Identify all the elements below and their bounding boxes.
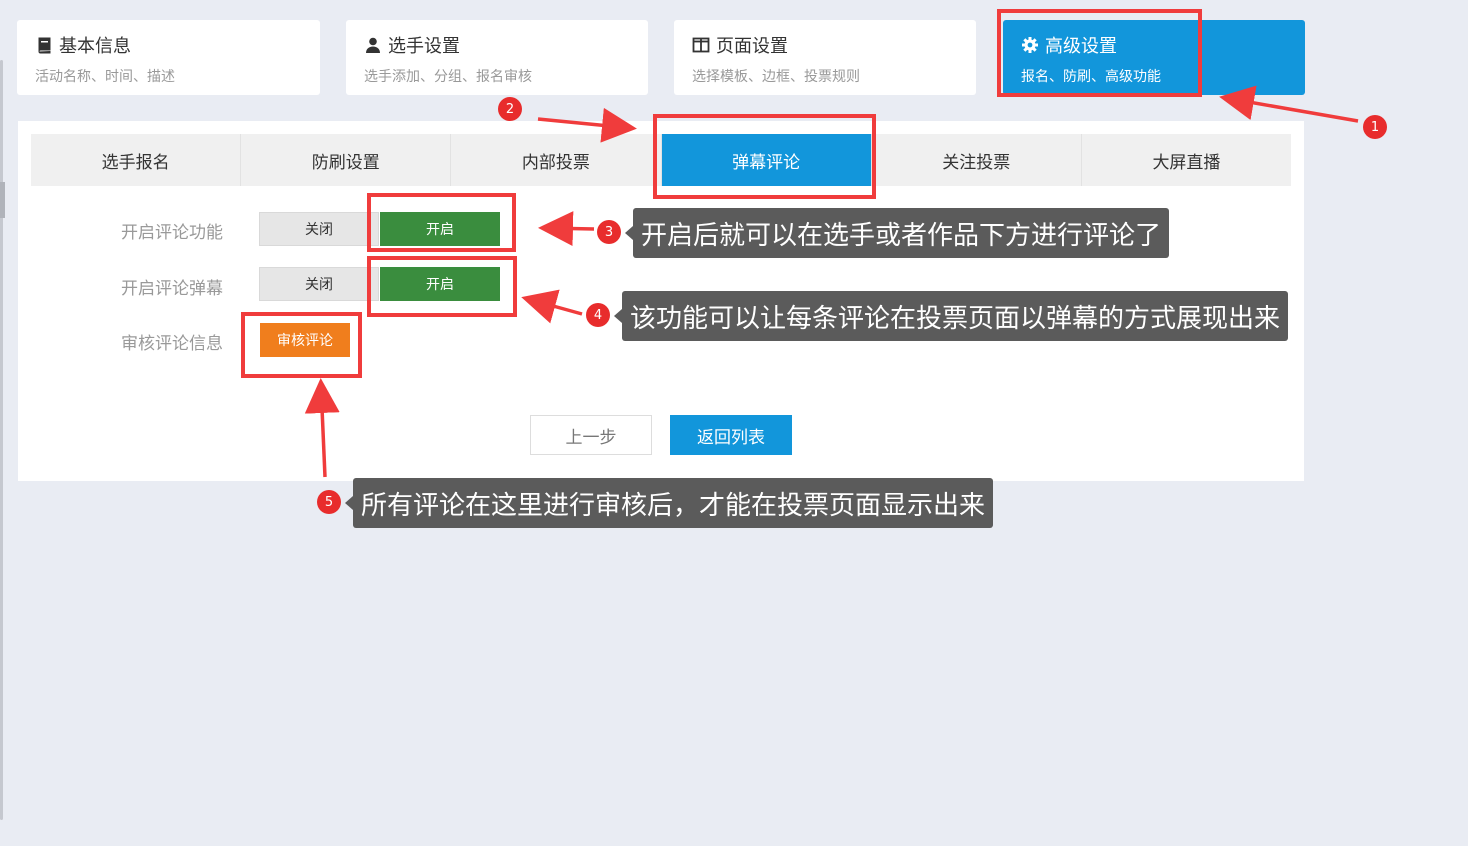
annotation-badge-5: 5 <box>317 490 341 514</box>
callout-3: 开启后就可以在选手或者作品下方进行评论了 <box>624 208 1170 258</box>
user-icon <box>364 36 382 54</box>
barrage-off-button[interactable]: 关闭 <box>259 267 379 301</box>
step-player-settings[interactable]: 选手设置 选手添加、分组、报名审核 <box>346 20 648 95</box>
tab-internal-vote[interactable]: 内部投票 <box>451 134 662 186</box>
book-icon <box>35 36 53 54</box>
label-enable-barrage: 开启评论弹幕 <box>121 279 223 299</box>
callout-4: 该功能可以让每条评论在投票页面以弹幕的方式展现出来 <box>613 291 1289 341</box>
review-comments-button[interactable]: 审核评论 <box>260 323 350 357</box>
step-subtitle: 活动名称、时间、描述 <box>35 69 175 85</box>
comment-on-button[interactable]: 开启 <box>380 212 500 246</box>
prev-step-button[interactable]: 上一步 <box>530 415 652 455</box>
step-subtitle: 选手添加、分组、报名审核 <box>364 69 532 85</box>
label-review-comments: 审核评论信息 <box>121 334 223 354</box>
barrage-on-button[interactable]: 开启 <box>380 267 500 301</box>
step-subtitle: 报名、防刷、高级功能 <box>1021 69 1161 85</box>
tab-anti-fraud[interactable]: 防刷设置 <box>241 134 452 186</box>
annotation-badge-3: 3 <box>597 220 621 244</box>
gear-icon <box>1021 36 1039 54</box>
step-title: 基本信息 <box>59 36 131 57</box>
step-advanced-settings[interactable]: 高级设置 报名、防刷、高级功能 <box>1003 20 1305 95</box>
tab-barrage-comment[interactable]: 弹幕评论 <box>661 134 872 186</box>
step-title: 高级设置 <box>1045 36 1117 57</box>
tab-follow-vote[interactable]: 关注投票 <box>872 134 1082 186</box>
tab-bar: 选手报名 防刷设置 内部投票 弹幕评论 关注投票 大屏直播 <box>31 134 1291 186</box>
annotation-badge-4: 4 <box>586 303 610 327</box>
window-edge <box>0 60 3 820</box>
tab-player-signup[interactable]: 选手报名 <box>31 134 242 186</box>
comment-off-button[interactable]: 关闭 <box>259 212 379 246</box>
window-edge-handle <box>0 182 5 218</box>
step-page-settings[interactable]: 页面设置 选择模板、边框、投票规则 <box>674 20 976 95</box>
step-basic-info[interactable]: 基本信息 活动名称、时间、描述 <box>17 20 320 95</box>
arrow-1 <box>1219 85 1359 123</box>
annotation-badge-2: 2 <box>498 97 522 121</box>
label-enable-comment: 开启评论功能 <box>121 223 223 243</box>
tab-big-screen-live[interactable]: 大屏直播 <box>1082 134 1291 186</box>
annotation-badge-1: 1 <box>1363 115 1387 139</box>
back-to-list-button[interactable]: 返回列表 <box>670 415 792 455</box>
columns-icon <box>692 36 710 54</box>
step-title: 选手设置 <box>388 36 460 57</box>
callout-5: 所有评论在这里进行审核后，才能在投票页面显示出来 <box>344 478 994 528</box>
step-title: 页面设置 <box>716 36 788 57</box>
step-subtitle: 选择模板、边框、投票规则 <box>692 69 860 85</box>
